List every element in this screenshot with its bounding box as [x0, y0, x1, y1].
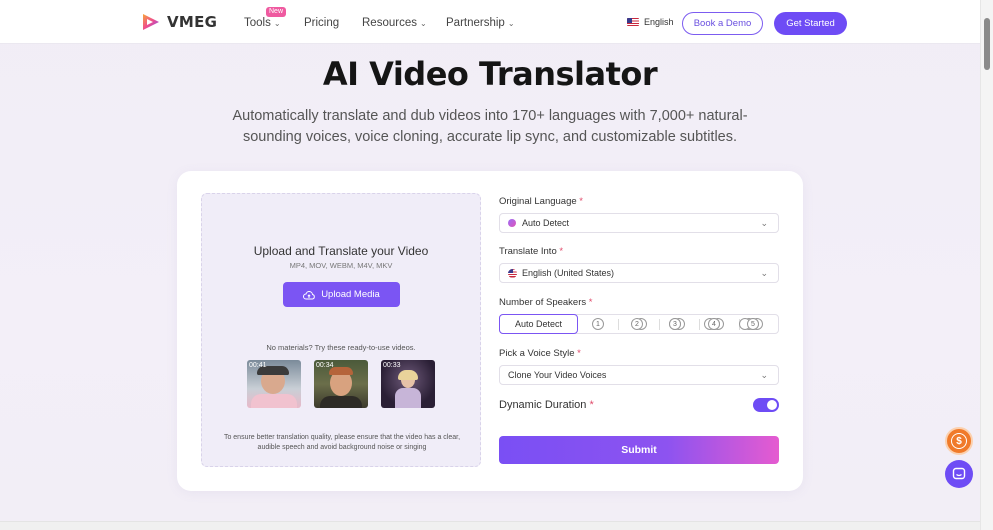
voice-style-label-text: Pick a Voice Style [499, 348, 575, 359]
dynamic-duration-label-text: Dynamic Duration [499, 399, 587, 411]
required-mark: * [559, 246, 564, 257]
divider [659, 319, 660, 330]
original-language-label-text: Original Language [499, 196, 577, 207]
chevron-down-icon: ⌄ [273, 18, 281, 28]
sample-video-thumbnail[interactable]: 00:33 [381, 360, 435, 408]
chevron-down-icon: ⌄ [507, 18, 515, 28]
speaker-count-icon: 1 [592, 318, 604, 330]
sample-videos-hint: No materials? Try these ready-to-use vid… [266, 343, 416, 352]
original-language-select[interactable]: Auto Detect ⌄ [499, 213, 779, 233]
vmeg-logo-icon [143, 14, 159, 30]
quality-note: To ensure better translation quality, pl… [223, 434, 461, 451]
book-demo-button[interactable]: Book a Demo [682, 12, 763, 35]
submit-button[interactable]: Submit [499, 436, 779, 464]
thumbnail-body [320, 396, 362, 408]
upload-media-button[interactable]: Upload Media [283, 282, 400, 307]
get-started-button[interactable]: Get Started [774, 12, 847, 35]
new-badge: New [266, 7, 287, 17]
nav-tools-label: Tools [244, 17, 271, 29]
nav-partnership[interactable]: Partnership ⌄ [446, 17, 515, 29]
translate-into-label-text: Translate Into [499, 246, 557, 257]
chat-icon [952, 467, 966, 480]
language-selector[interactable]: English [627, 17, 674, 27]
video-duration: 00:41 [249, 362, 267, 369]
chat-float-button[interactable] [945, 460, 973, 488]
brand-name: VMEG [167, 13, 218, 31]
chevron-down-icon: ⌄ [419, 18, 427, 28]
voice-style-value: Clone Your Video Voices [508, 370, 607, 380]
required-mark: * [588, 297, 593, 308]
upload-title: Upload and Translate your Video [253, 244, 429, 258]
divider [699, 319, 700, 330]
speaker-count-icon: 4 [708, 318, 720, 330]
sample-video-thumbnail[interactable]: 00:34 [314, 360, 368, 408]
cloud-upload-icon [303, 290, 315, 299]
speakers-selector: Auto Detect 1 2 3 4 5 [499, 314, 779, 334]
divider [618, 319, 619, 330]
nav-partnership-label: Partnership [446, 17, 505, 29]
nav-resources[interactable]: Resources ⌄ [362, 17, 427, 29]
required-mark: * [589, 399, 594, 411]
voice-style-label: Pick a Voice Style * [499, 348, 581, 359]
thumbnail-body [251, 394, 297, 408]
chevron-down-icon: ⌄ [760, 370, 768, 380]
original-language-label: Original Language * [499, 196, 583, 207]
speakers-option-2[interactable]: 2 [631, 318, 647, 330]
thumbnail-hair [398, 370, 418, 380]
language-label: English [644, 17, 674, 27]
upload-formats: MP4, MOV, WEBM, M4V, MKV [289, 261, 393, 270]
required-mark: * [579, 196, 583, 207]
chevron-down-icon: ⌄ [760, 218, 768, 228]
translate-into-value: English (United States) [522, 268, 615, 278]
voice-style-select[interactable]: Clone Your Video Voices ⌄ [499, 365, 779, 385]
upload-dropzone[interactable]: Upload and Translate your Video MP4, MOV… [201, 193, 481, 467]
speaker-count-icon: 2 [631, 318, 643, 330]
top-navigation-bar: VMEG Tools ⌄ New Pricing Resources ⌄ Par… [0, 0, 980, 44]
page-bottom-edge [0, 521, 980, 530]
required-mark: * [577, 348, 581, 359]
dynamic-duration-toggle[interactable] [753, 398, 779, 412]
chevron-down-icon: ⌄ [760, 268, 768, 278]
speakers-label-text: Number of Speakers [499, 297, 587, 308]
thumbnail-body [395, 388, 421, 408]
video-duration: 00:34 [316, 362, 334, 369]
dynamic-duration-label: Dynamic Duration * [499, 399, 594, 411]
speaker-count-icon: 5 [747, 318, 759, 330]
speakers-option-1[interactable]: 1 [592, 318, 604, 330]
nav-pricing[interactable]: Pricing [304, 17, 339, 29]
us-flag-icon [627, 18, 639, 26]
page-title: AI Video Translator [322, 55, 658, 93]
pricing-float-button[interactable]: $ [945, 427, 973, 455]
us-flag-icon [508, 268, 517, 278]
vertical-scrollbar[interactable] [980, 0, 993, 530]
sparkle-dot-icon [508, 219, 516, 227]
brand-logo[interactable]: VMEG [141, 12, 217, 32]
video-duration: 00:33 [383, 362, 401, 369]
sample-video-thumbnail[interactable]: 00:41 [247, 360, 301, 408]
nav-resources-label: Resources [362, 17, 417, 29]
nav-tools[interactable]: Tools ⌄ [244, 17, 281, 29]
upload-media-label: Upload Media [321, 289, 380, 300]
page-subtitle: Automatically translate and dub videos i… [232, 108, 748, 145]
speakers-auto-detect-option[interactable]: Auto Detect [499, 314, 578, 334]
speakers-option-3[interactable]: 3 [669, 318, 685, 330]
dollar-coin-icon: $ [951, 433, 967, 449]
speakers-label: Number of Speakers * [499, 297, 592, 308]
nav-pricing-label: Pricing [304, 17, 340, 29]
speaker-count-icon: 3 [669, 318, 681, 330]
original-language-value: Auto Detect [522, 218, 570, 228]
translate-into-select[interactable]: English (United States) ⌄ [499, 263, 779, 283]
translate-into-label: Translate Into * [499, 246, 563, 257]
scrollbar-thumb[interactable] [984, 18, 990, 70]
